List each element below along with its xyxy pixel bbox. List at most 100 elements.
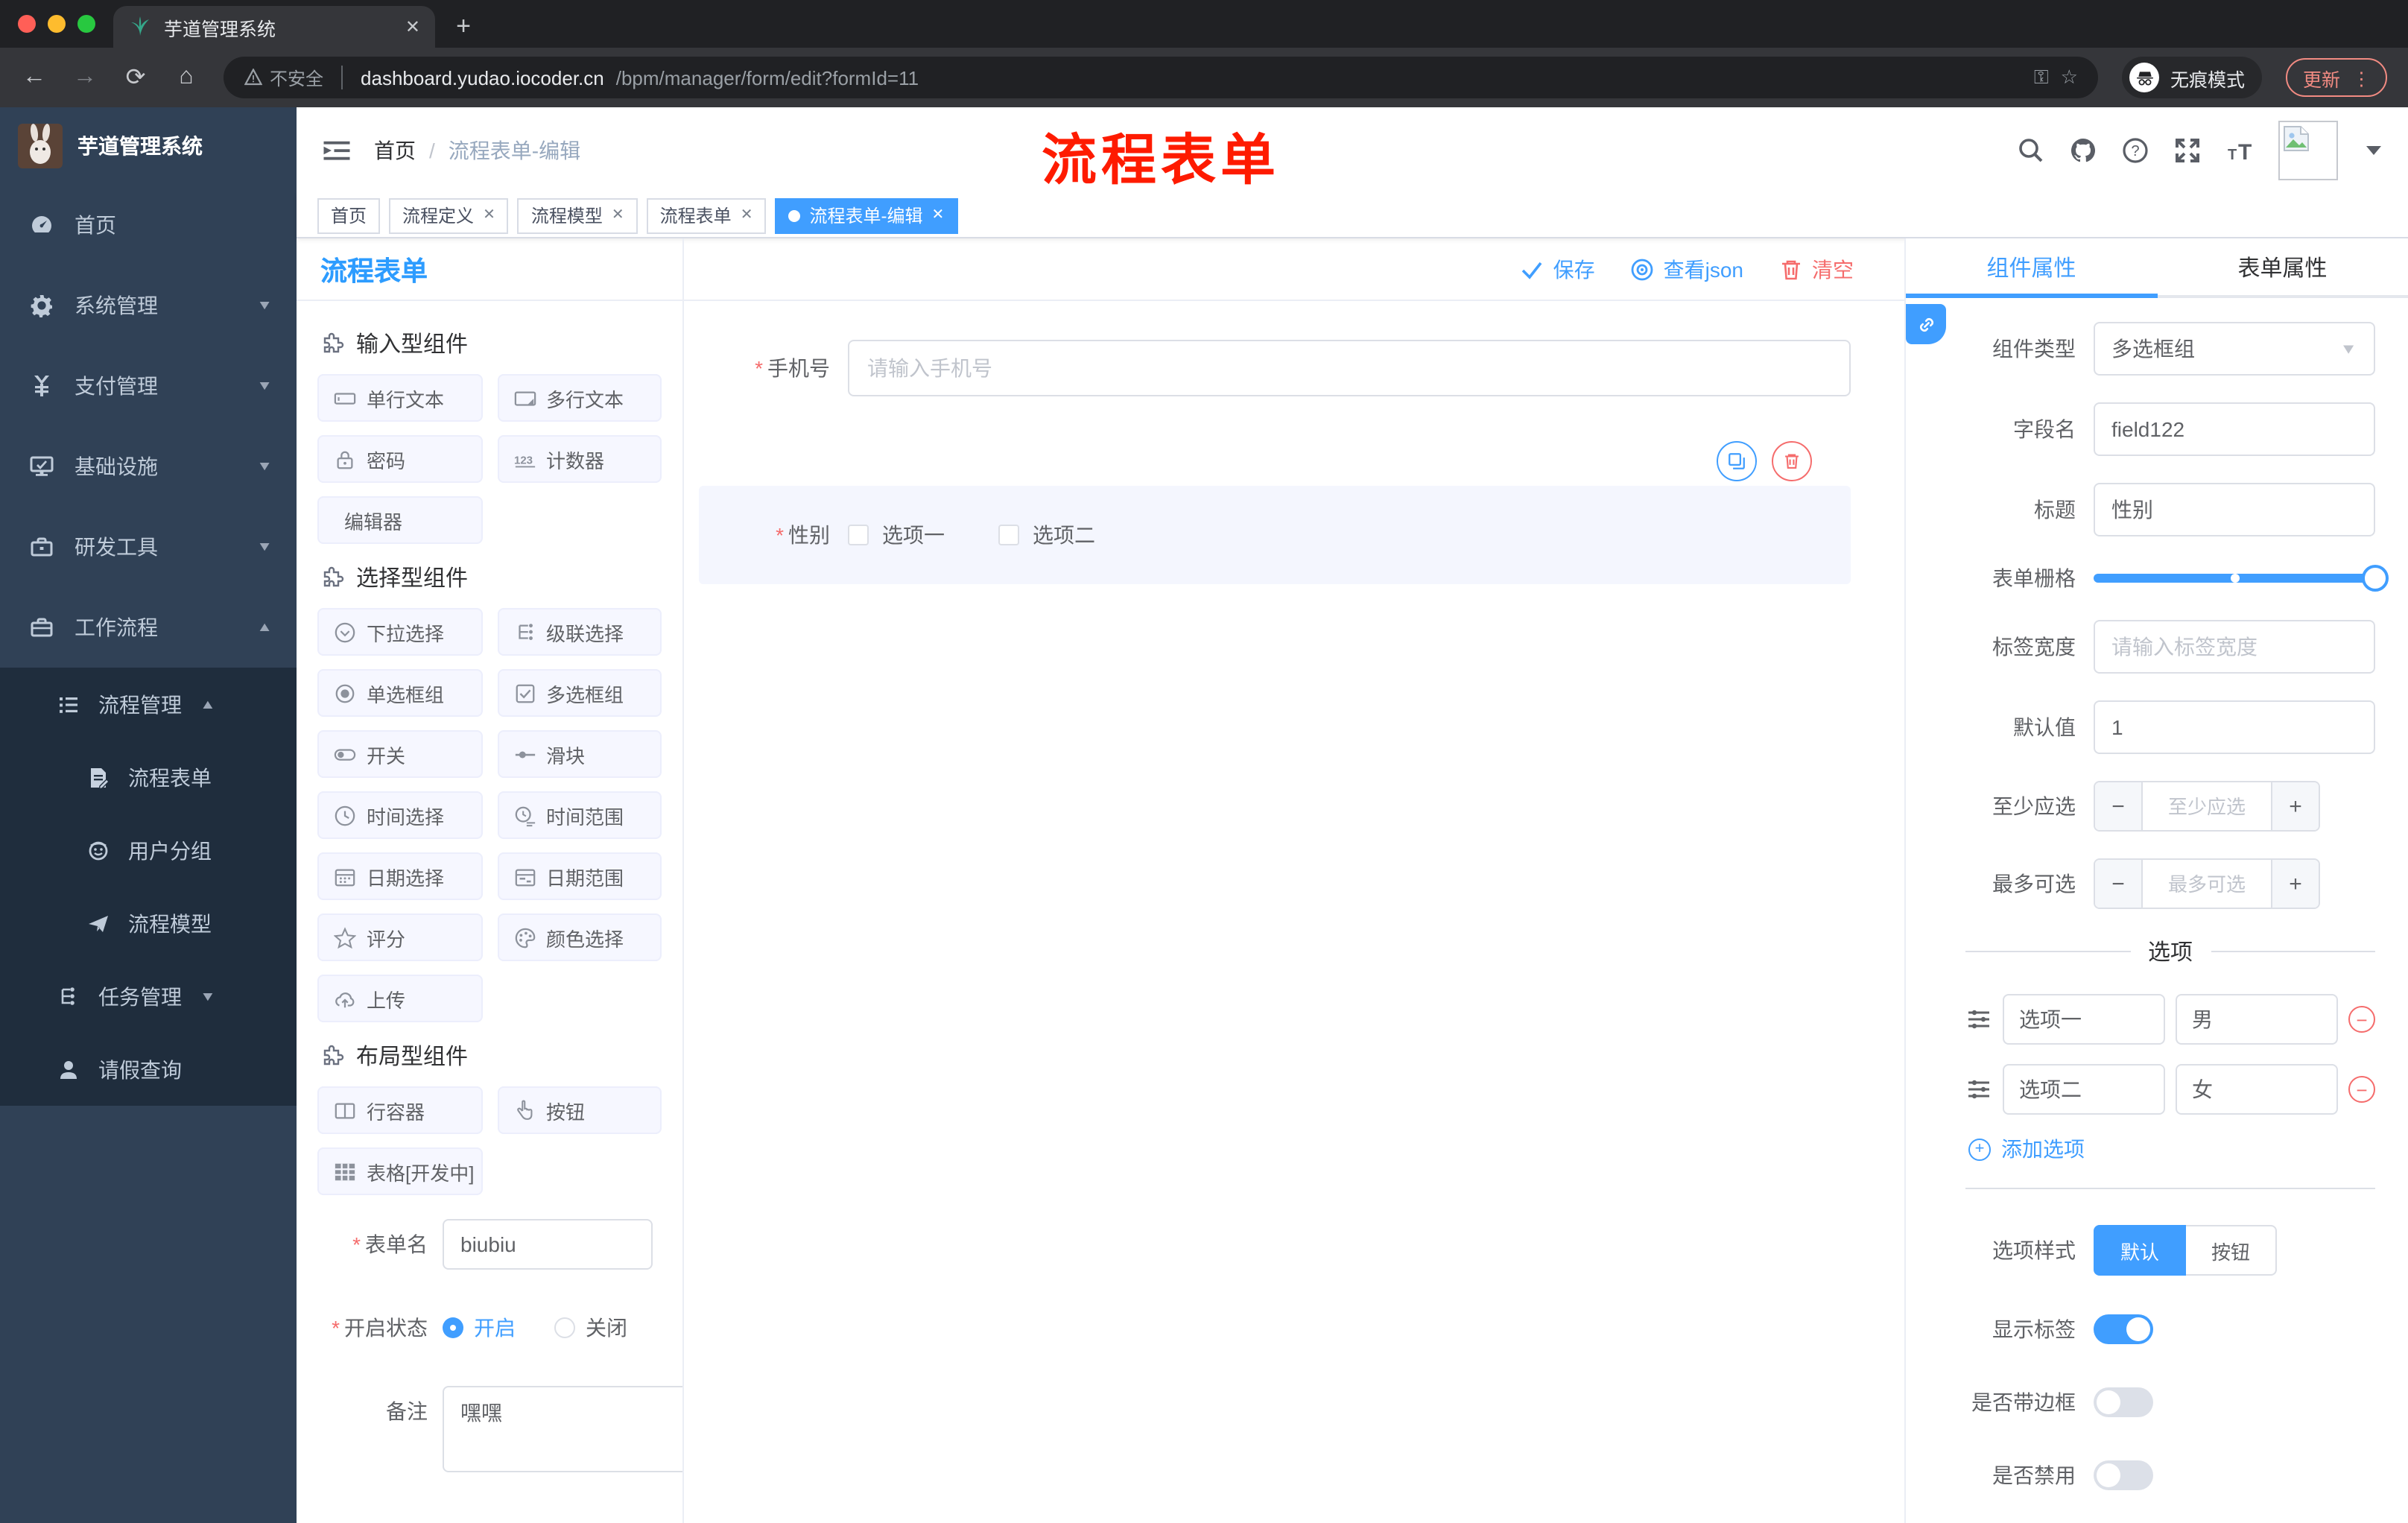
increase-button[interactable]: + [2271,860,2319,908]
palette-item-date-range[interactable]: 日期范围 [497,852,662,900]
bookmark-star-icon[interactable]: ☆ [2061,66,2078,89]
avatar-caret-icon[interactable] [2366,146,2381,155]
border-toggle[interactable] [2094,1387,2153,1417]
browser-tab[interactable]: 芋道管理系统 ✕ [113,6,435,48]
option-name-input[interactable] [2003,994,2165,1045]
delete-widget-button[interactable] [1772,441,1812,481]
max-select-input[interactable] [2143,860,2271,908]
clear-button[interactable]: 清空 [1779,254,1854,284]
palette-item-radio-group[interactable]: 单选框组 [317,669,482,717]
remove-option-button[interactable]: − [2348,1006,2375,1033]
copy-widget-button[interactable] [1717,441,1757,481]
new-tab-button[interactable]: + [444,7,483,46]
save-button[interactable]: 保存 [1521,254,1595,284]
sidebar-item-process-model[interactable]: 流程模型 [0,887,297,960]
sidebar-item-leave-query[interactable]: 请假查询 [0,1033,297,1106]
tab-form-props[interactable]: 表单属性 [2157,238,2408,295]
slider-thumb[interactable] [2362,565,2389,592]
default-value-input[interactable] [2094,700,2375,754]
tag-process-definition[interactable]: 流程定义 ✕ [389,197,509,233]
form-name-input[interactable] [443,1219,653,1270]
palette-item-single-line-text[interactable]: 单行文本 [317,374,482,422]
sidebar-collapse-icon[interactable] [323,140,350,161]
palette-item-time-range[interactable]: 时间范围 [497,791,662,839]
option-name-input[interactable] [2003,1064,2165,1115]
search-icon[interactable] [2018,137,2044,164]
palette-item-date-picker[interactable]: 日期选择 [317,852,482,900]
drag-handle-icon[interactable] [1965,1006,1992,1033]
palette-item-table[interactable]: 表格[开发中] [317,1147,482,1195]
tag-process-model[interactable]: 流程模型 ✕ [517,197,638,233]
not-secure-warning[interactable]: 不安全 [244,65,323,90]
minimize-window-button[interactable] [48,15,66,33]
gender-option-2-checkbox[interactable]: 选项二 [998,520,1095,550]
component-type-select[interactable]: 多选框组 ▼ [2094,322,2375,376]
decrease-button[interactable]: − [2095,860,2143,908]
home-icon[interactable]: ⌂ [173,64,200,91]
zoom-window-button[interactable] [77,15,95,33]
drag-handle-icon[interactable] [1965,1076,1992,1103]
palette-item-editor[interactable]: 编辑器 [317,496,482,544]
tab-close-icon[interactable]: ✕ [405,16,420,37]
sidebar-item-task-mgmt[interactable]: 任务管理 ▼ [0,960,297,1033]
sidebar-item-workflow[interactable]: 工作流程 ▲ [0,587,297,668]
address-bar[interactable]: 不安全 dashboard.yudao.iocoder.cn/bpm/manag… [224,57,2099,98]
chrome-update-button[interactable]: 更新 ⋮ [2286,58,2387,97]
form-grid-slider[interactable] [2094,563,2389,593]
show-label-toggle[interactable] [2094,1314,2153,1344]
palette-item-upload[interactable]: 上传 [317,975,482,1022]
palette-item-row-container[interactable]: 行容器 [317,1086,482,1134]
palette-item-multi-line-text[interactable]: 多行文本 [497,374,662,422]
sidebar-item-devtools[interactable]: 研发工具 ▼ [0,507,297,587]
tag-close-icon[interactable]: ✕ [483,207,495,224]
palette-item-time-picker[interactable]: 时间选择 [317,791,482,839]
tag-close-icon[interactable]: ✕ [741,207,753,224]
link-icon[interactable] [1906,304,1946,344]
palette-item-dropdown[interactable]: 下拉选择 [317,608,482,656]
palette-item-slider[interactable]: 滑块 [497,730,662,778]
palette-item-password[interactable]: 密码 [317,435,482,483]
form-remark-textarea[interactable]: 嘿嘿 [443,1386,682,1472]
sidebar-item-infra[interactable]: 基础设施 ▼ [0,426,297,507]
min-select-input[interactable] [2143,782,2271,830]
option-value-input[interactable] [2176,1064,2338,1115]
palette-item-checkbox-group[interactable]: 多选框组 [497,669,662,717]
add-option-button[interactable]: + 添加选项 [1968,1134,2375,1164]
sidebar-logo[interactable]: 芋道管理系统 [0,107,297,185]
phone-field-row[interactable]: * 手机号 [699,340,1851,396]
view-json-button[interactable]: 查看json [1631,254,1743,284]
close-window-button[interactable] [18,15,36,33]
palette-item-rate[interactable]: 评分 [317,914,482,961]
palette-item-color-picker[interactable]: 颜色选择 [497,914,662,961]
palette-item-switch[interactable]: 开关 [317,730,482,778]
sidebar-item-home[interactable]: 首页 [0,185,297,265]
palette-item-cascader[interactable]: 级联选择 [497,608,662,656]
decrease-button[interactable]: − [2095,782,2143,830]
sidebar-item-system[interactable]: 系统管理 ▼ [0,265,297,346]
label-width-input[interactable] [2094,620,2375,674]
style-default-button[interactable]: 默认 [2094,1225,2187,1276]
browser-menu-icon[interactable]: ⋮ [2352,66,2371,89]
forward-icon[interactable]: → [72,64,98,91]
sidebar-item-process-mgmt[interactable]: 流程管理 ▲ [0,668,297,741]
phone-input[interactable] [848,340,1851,396]
font-size-icon[interactable]: TT [2226,137,2253,164]
fullscreen-icon[interactable] [2174,137,2201,164]
field-name-input[interactable] [2094,402,2375,456]
gender-field-widget-selected[interactable]: * 性别 选项一 选项二 [699,486,1851,584]
tag-home[interactable]: 首页 [317,197,381,233]
tag-close-icon[interactable]: ✕ [931,207,944,224]
remove-option-button[interactable]: − [2348,1076,2375,1103]
reload-icon[interactable]: ⟳ [122,63,149,92]
status-on-radio[interactable]: 开启 [443,1302,516,1353]
increase-button[interactable]: + [2271,782,2319,830]
title-input[interactable] [2094,483,2375,536]
status-off-radio[interactable]: 关闭 [554,1302,627,1353]
palette-item-button[interactable]: 按钮 [497,1086,662,1134]
tag-process-form[interactable]: 流程表单 ✕ [646,197,767,233]
sidebar-item-process-form[interactable]: 流程表单 [0,741,297,814]
sidebar-item-payment[interactable]: 支付管理 ▼ [0,346,297,426]
back-icon[interactable]: ← [21,64,48,91]
tag-close-icon[interactable]: ✕ [612,207,624,224]
avatar[interactable] [2278,121,2338,180]
